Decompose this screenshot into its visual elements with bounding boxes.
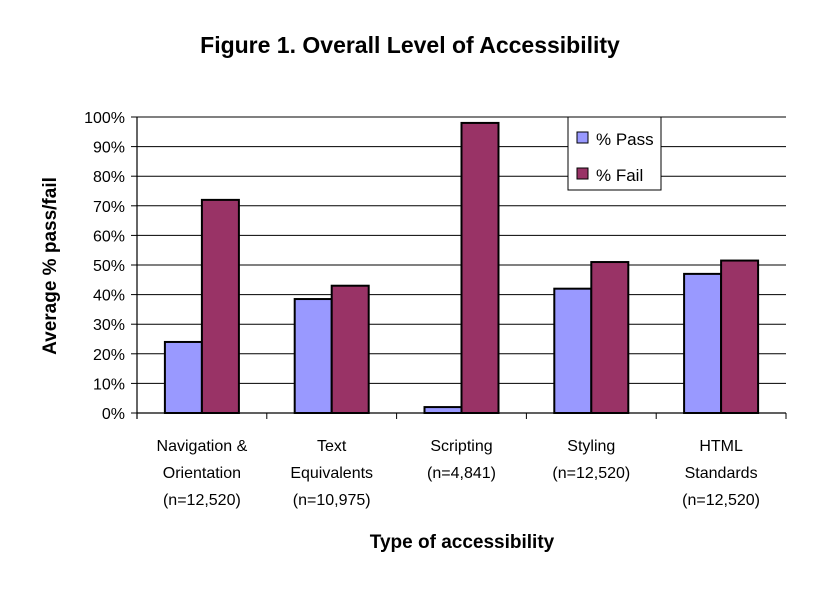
x-category-label-line: Orientation [163,465,241,482]
bar-pass [683,272,723,414]
x-category-label-line: (n=12,520) [682,492,760,509]
y-tick-label: 40% [93,288,125,305]
x-category-label: Text Equivalents (n=10,975) [290,438,373,509]
x-category-label-line: Equivalents [290,465,373,482]
y-tick-label: 30% [93,317,125,334]
y-tick-label: 0% [102,406,125,423]
x-category-label: Scripting (n=4,841) [427,438,496,482]
y-axis-ticks: 0% 10% 20% 30% 40% 50% 60% 70% 80% 90% 100% [84,110,137,423]
x-category-label-line: Navigation & [157,438,248,455]
bars [163,121,760,415]
y-tick-label: 80% [93,169,125,186]
y-axis-title: Average % pass/fail [40,177,61,355]
legend-label-fail: % Fail [596,166,643,185]
legend-label-pass: % Pass [596,130,654,149]
x-category-label: HTML Standards (n=12,520) [682,438,760,509]
x-category-label: Styling (n=12,520) [552,438,630,482]
legend: % Pass % Fail [567,116,662,191]
x-category-label-line: Standards [685,465,758,482]
bar-chart: Figure 1. Overall Level of Accessibility… [40,32,787,553]
bar-pass [293,298,333,415]
x-category-label-line: (n=12,520) [552,465,630,482]
chart-title: Figure 1. Overall Level of Accessibility [200,32,620,58]
bar-fail [460,121,500,414]
y-tick-label: 60% [93,228,125,245]
legend-swatch-pass [576,131,589,144]
x-category-label-line: (n=12,520) [163,492,241,509]
x-category-label-line: (n=10,975) [293,492,371,509]
x-category-label-line: (n=4,841) [427,465,496,482]
y-tick-label: 70% [93,199,125,216]
y-tick-label: 20% [93,347,125,364]
y-tick-label: 90% [93,140,125,157]
x-category-label-line: Text [317,438,347,455]
bar-pass [423,406,463,414]
x-axis-title: Type of accessibility [370,532,555,553]
bar-fail [720,259,760,414]
x-category-label-line: Styling [567,438,615,455]
bar-fail [590,261,630,415]
bar-fail [200,198,240,414]
y-tick-label: 50% [93,258,125,275]
x-category-label-line: HTML [699,438,743,455]
bar-fail [330,284,370,414]
x-axis-category-labels: Navigation & Orientation (n=12,520) Text Equ… [157,438,760,509]
x-category-label-line: Scripting [430,438,492,455]
legend-swatch-fail [576,167,589,180]
y-tick-label: 10% [93,376,125,393]
y-tick-label: 100% [84,110,125,127]
bar-pass [163,340,203,414]
bar-pass [553,287,593,414]
x-category-label: Navigation & Orientation (n=12,520) [157,438,248,509]
